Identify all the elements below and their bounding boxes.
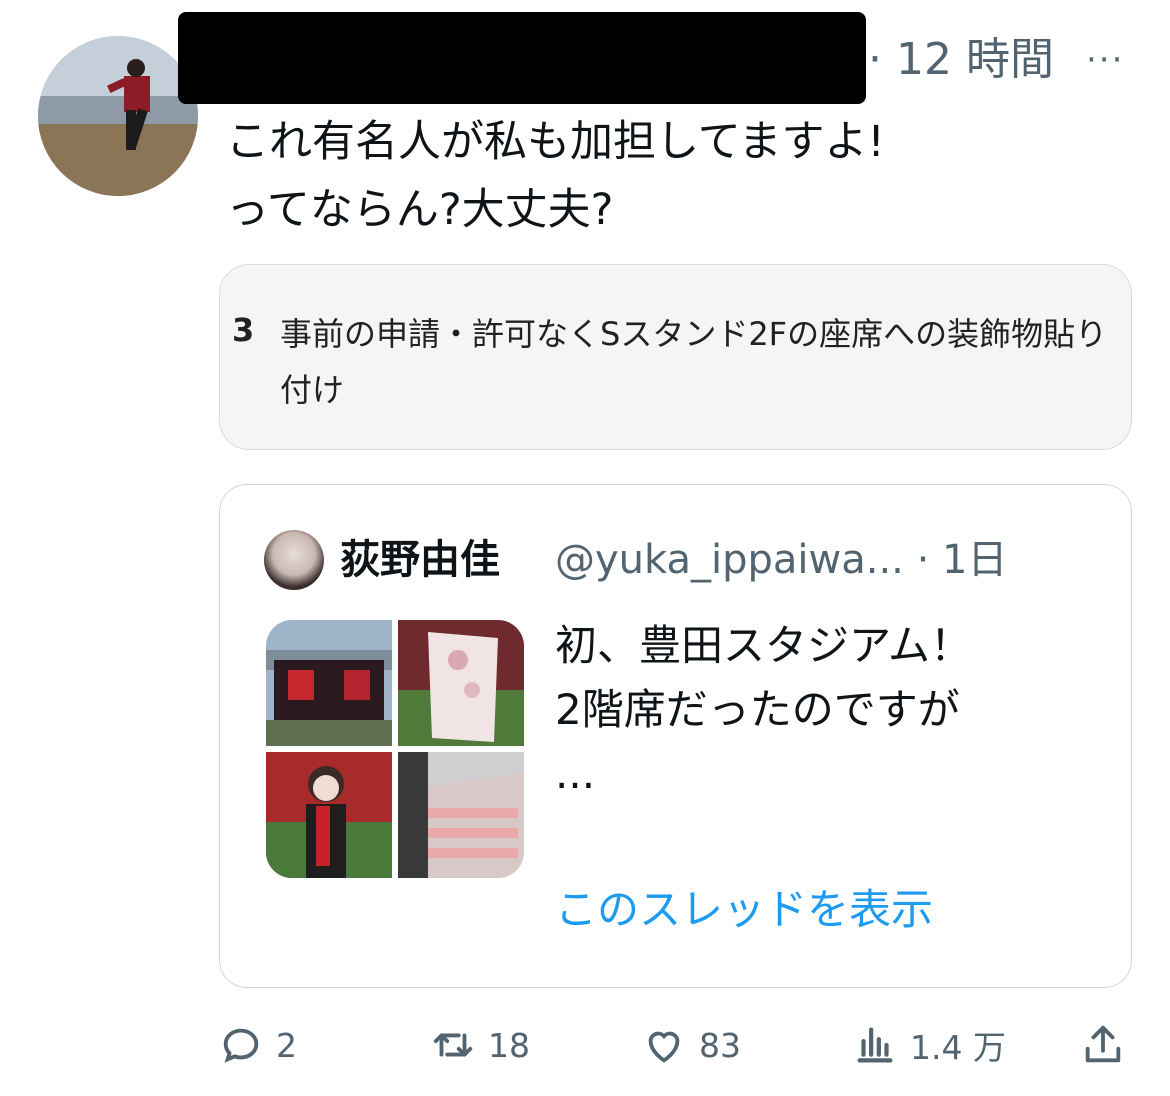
reply-icon [223,1028,259,1063]
share-button[interactable] [1080,1018,1138,1072]
reply-button[interactable]: 2 [218,1018,297,1072]
retweet-button[interactable]: 18 [430,1018,530,1072]
more-options-icon[interactable]: ··· [1086,40,1124,80]
show-thread-link[interactable]: このスレッドを表示 [555,880,933,940]
attached-image-text: 事前の申請・許可なくSスタンド2Fの座席への装飾物貼り付け [280,315,1108,409]
redacted-author-name [178,12,866,104]
views-button[interactable]: 1.4 万 [852,1018,1006,1072]
analytics-icon [857,1027,893,1063]
views-count: 1.4 万 [910,1028,1006,1067]
media-scoreboard-photo[interactable] [266,620,392,746]
quoted-author-name[interactable]: 荻野由佳 [340,532,500,588]
reply-count: 2 [276,1025,297,1065]
quoted-author-avatar[interactable] [264,530,324,590]
like-button[interactable]: 83 [641,1018,741,1072]
tweet-timestamp[interactable]: · 12 時間 [868,30,1054,90]
heart-icon [648,1031,680,1063]
attached-image-number: 3 [232,311,255,349]
media-program-photo[interactable] [398,620,524,746]
media-seats-photo[interactable] [398,752,524,878]
media-selfie-photo[interactable] [266,752,392,878]
like-count: 83 [699,1025,741,1065]
share-icon [1085,1025,1121,1063]
quoted-tweet-text: 初、豊田スタジアム！ 2階席だったのですが ... [555,621,973,798]
author-avatar[interactable] [38,36,198,196]
retweet-count: 18 [488,1025,530,1065]
quoted-media-grid[interactable] [266,620,524,878]
retweet-icon [433,1033,473,1057]
tweet-text: これ有名人が私も加担してますよ! ってならん?大丈夫? [226,117,885,235]
quoted-author-handle-time[interactable]: @yuka_ippaiwa... · 1日 [555,532,1007,588]
